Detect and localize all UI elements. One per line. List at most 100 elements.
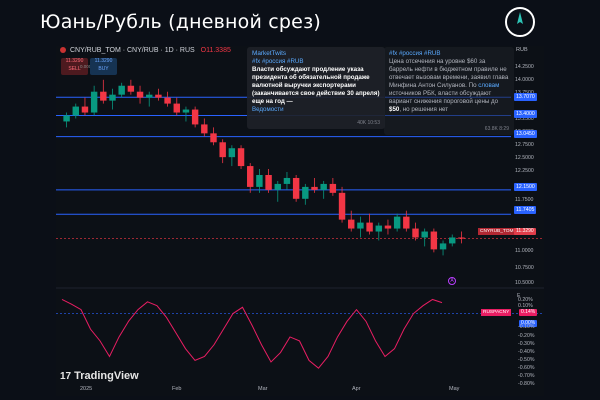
candle — [256, 169, 263, 193]
price-tick: 11.7500 — [515, 197, 534, 203]
currency-label: RUB — [516, 47, 528, 53]
candle — [247, 163, 254, 193]
time-tick: Apr — [352, 386, 361, 392]
event-marker[interactable]: A — [448, 277, 456, 285]
candle — [412, 222, 419, 241]
candle — [366, 213, 373, 235]
candle — [63, 112, 70, 128]
candle — [292, 175, 300, 202]
candle — [439, 240, 447, 256]
oscillator-tick: -0.10% — [518, 324, 535, 330]
oscillator-tick: -0.50% — [518, 357, 535, 363]
oscillator-tick: -0.40% — [518, 349, 535, 355]
news-time: 10:53 — [367, 120, 380, 126]
oscillator-tick: -0.60% — [518, 365, 535, 371]
news-link[interactable]: словам — [478, 82, 499, 89]
candle — [265, 169, 272, 193]
candle — [155, 88, 162, 101]
candle — [191, 106, 199, 128]
news-tags: #fx #россия #RUB — [389, 50, 441, 57]
news-views: 63.8K — [484, 126, 498, 132]
tradingview-logo[interactable]: 17 TradingView — [60, 370, 139, 382]
price-level-badge: 11.7405 — [514, 206, 537, 214]
candle — [173, 97, 180, 116]
candle — [384, 219, 392, 235]
news-card-left[interactable]: MarketTwits #fx #россия #RUB Власти обсу… — [247, 47, 385, 129]
price-tick: 12.5000 — [515, 155, 534, 161]
news-time: 8:29 — [499, 126, 509, 132]
oscillator-tick: -0.70% — [518, 373, 535, 379]
candle — [118, 82, 125, 98]
news-meta: 40K 10:53 — [357, 119, 380, 127]
price-level-badge: 13.7070 — [514, 93, 537, 101]
oscillator-tick: -0.20% — [518, 333, 535, 339]
candle — [210, 127, 217, 146]
candle — [136, 85, 144, 104]
price-tick: 11.0000 — [515, 248, 534, 254]
oscillator-value: 0.14% — [519, 309, 538, 316]
news-tags: #fx #россия #RUB — [252, 58, 304, 65]
oscillator-tick: -0.80% — [518, 381, 535, 387]
news-card-right[interactable]: #fx #россия #RUB Цена отсечения на уровн… — [384, 47, 514, 135]
tradingview-mark-icon: 17 — [60, 371, 72, 382]
candle — [219, 139, 226, 164]
candle — [274, 180, 281, 202]
current-symbol-tag: CNYRUB_TOM — [478, 228, 516, 235]
candle — [393, 213, 401, 232]
oscillator-line — [61, 298, 443, 369]
buy-label: BUY — [98, 65, 109, 72]
price-tick: 12.2500 — [515, 168, 534, 174]
candle — [458, 231, 465, 244]
candle — [81, 97, 89, 116]
candle — [237, 145, 245, 170]
candle — [146, 91, 153, 107]
page-title: Юань/Рубль (дневной срез) — [40, 11, 321, 33]
candle — [100, 79, 107, 104]
buy-price: 11.3290 — [94, 58, 113, 64]
buy-button[interactable]: 11.3290 BUY — [90, 58, 117, 75]
time-tick: Mar — [258, 386, 268, 392]
header: Юань/Рубль (дневной срез) — [0, 0, 600, 46]
time-tick: Feb — [172, 386, 182, 392]
news-text: Власти обсуждают продление указа президе… — [252, 66, 380, 105]
current-price-badge: 11.3290 — [514, 228, 536, 235]
news-text: Цена отсечения на уровне $60 за баррель … — [389, 58, 509, 113]
candle — [302, 183, 309, 205]
time-tick: May — [449, 386, 460, 392]
price-tick: 10.5000 — [515, 280, 534, 286]
price-level-badge: 13.4000 — [514, 110, 537, 118]
candle — [109, 88, 116, 110]
ohlc-value: O11.3385 — [200, 47, 231, 54]
price-tick: 12.7500 — [515, 142, 534, 148]
candle — [329, 177, 337, 196]
candle — [72, 103, 79, 119]
price-tick: 10.7500 — [515, 265, 534, 271]
oscillator-label: RUSPACNY — [481, 309, 512, 316]
candle — [338, 186, 346, 223]
candle — [375, 222, 382, 241]
oscillator-tick: 0.10% — [518, 303, 533, 309]
candle — [430, 228, 438, 253]
news-channel: MarketTwits — [252, 50, 287, 57]
candle — [164, 91, 171, 107]
candle — [311, 177, 318, 193]
oscillator-tick: -0.30% — [518, 341, 535, 347]
news-meta: 63.8K 8:29 — [485, 125, 509, 133]
candle — [127, 79, 135, 95]
candle — [228, 145, 236, 167]
time-tick: 2025 — [80, 386, 93, 392]
compass-needle-icon — [505, 7, 535, 37]
news-source-link[interactable]: Ведомости — [252, 106, 380, 114]
flag-icon — [60, 47, 66, 54]
news-views: 40K — [357, 120, 367, 126]
price-tick: 14.0000 — [515, 77, 534, 83]
candle — [320, 180, 327, 199]
candle — [90, 85, 98, 116]
candle — [182, 106, 190, 122]
candle — [201, 118, 208, 137]
candle — [449, 234, 456, 247]
price-tick: 14.2500 — [515, 64, 534, 70]
candle — [283, 172, 291, 190]
tradingview-logo-text: TradingView — [74, 370, 139, 382]
symbol-name[interactable]: CNY/RUB_TOM · CNY/RUB · 1D · RUS — [70, 47, 195, 54]
